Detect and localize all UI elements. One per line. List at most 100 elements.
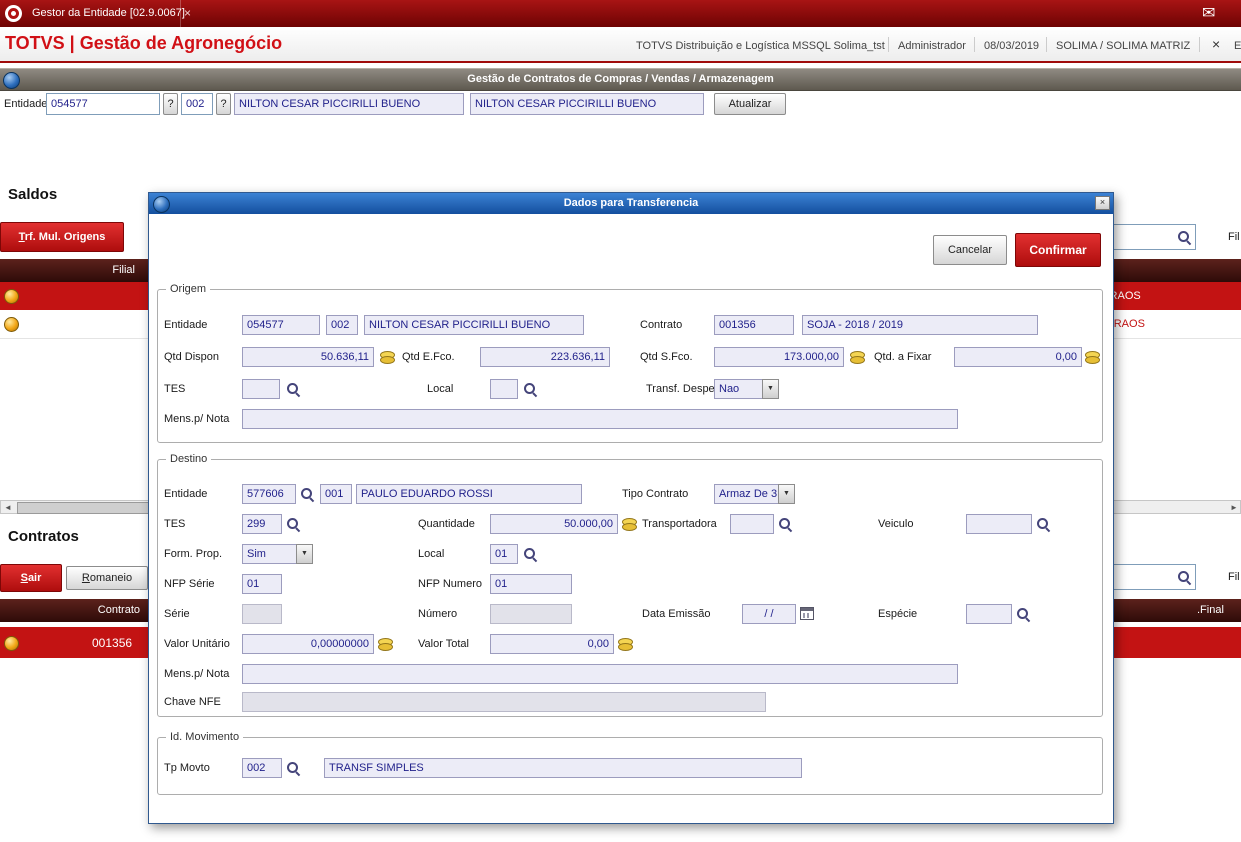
origem-contrato-label: Contrato [640,319,683,331]
especie-label: Espécie [878,608,918,620]
chevron-down-icon[interactable]: ▼ [296,544,313,564]
lookup-icon[interactable] [1036,517,1051,532]
dialog-titlebar[interactable]: Dados para Transferencia × [149,193,1113,214]
origem-mens-label: Mens.p/ Nota [164,413,230,425]
quantidade-field[interactable]: 50.000,00 [490,514,618,534]
divider [974,37,975,52]
transportadora-field[interactable] [730,514,774,534]
entity-name-confirm-field: NILTON CESAR PICCIRILLI BUENO [470,93,704,115]
valor-total-label: Valor Total [418,638,469,650]
update-button[interactable]: Atualizar [714,93,786,115]
origem-mens-field[interactable] [242,409,958,429]
entity-bar: Entidade 054577 ? 002 ? NILTON CESAR PIC… [0,92,1241,118]
numero-field [490,604,572,624]
qtd-efco-label: Qtd E.Fco. [402,351,455,363]
tipo-contrato-select[interactable]: Armaz De 3 [714,484,779,504]
dialog-icon [153,196,170,213]
saldos-filter-label: Fil [1228,231,1240,243]
tab-title: Gestor da Entidade [02.9.0067] [32,7,185,19]
qtd-sfco-field: 173.000,00 [714,347,844,367]
destino-mens-field[interactable] [242,664,958,684]
mail-icon[interactable]: ✉ [1202,3,1215,23]
contratos-filter-label: Fil [1228,571,1240,583]
lookup-icon[interactable] [286,761,301,776]
origem-local-field[interactable] [490,379,518,399]
col-final[interactable]: .Final [1197,604,1224,616]
header-cut-text[interactable]: E [1234,40,1241,52]
lookup-icon[interactable] [1016,607,1031,622]
coins-icon[interactable] [380,351,395,364]
confirm-button[interactable]: Confirmar [1015,233,1101,267]
destino-entidade-field[interactable]: 577606 [242,484,296,504]
coins-icon[interactable] [1085,351,1100,364]
quantidade-label: Quantidade [418,518,475,530]
form-prop-label: Form. Prop. [164,548,223,560]
trf-mul-origens-button[interactable]: Trf. Mul. Origens [0,222,124,252]
dialog-close-icon[interactable]: × [1095,196,1110,210]
coins-icon[interactable] [850,351,865,364]
chevron-down-icon[interactable]: ▼ [762,379,779,399]
dialog-title: Dados para Transferencia [563,197,699,209]
transfer-dialog: Dados para Transferencia × Cancelar Conf… [148,192,1114,824]
origem-entidade-field[interactable]: 054577 [242,315,320,335]
lookup-icon[interactable] [523,547,538,562]
veiculo-field[interactable] [966,514,1032,534]
entidade-label: Entidade [4,98,48,110]
movimento-group: Id. Movimento Tp Movto 002 TRANSF SIMPLE… [157,731,1103,795]
status-icon [4,636,19,651]
app-header: TOTVS | Gestão de Agronegócio TOTVS Dist… [0,27,1241,63]
entity-store-lookup-button[interactable]: ? [216,93,231,115]
nfp-serie-field[interactable]: 01 [242,574,282,594]
destino-loja-field[interactable]: 001 [320,484,352,504]
col-filial[interactable]: Filial [40,264,135,276]
calendar-icon[interactable] [800,607,814,620]
status-icon [4,317,19,332]
destino-local-field[interactable]: 01 [490,544,518,564]
qtd-dispon-label: Qtd Dispon [164,351,220,363]
qtd-dispon-field: 50.636,11 [242,347,374,367]
serie-field [242,604,282,624]
tp-movto-field[interactable]: 002 [242,758,282,778]
destino-group: Destino Entidade 577606 001 PAULO EDUARD… [157,453,1103,717]
qtd-sfco-label: Qtd S.Fco. [640,351,693,363]
scroll-left-icon[interactable]: ◄ [4,503,12,512]
col-contrato[interactable]: Contrato [40,604,140,616]
cancel-button[interactable]: Cancelar [933,235,1007,265]
origem-tes-field[interactable] [242,379,280,399]
entity-store-field[interactable]: 002 [181,93,213,115]
qtd-fixar-label: Qtd. a Fixar [874,351,932,363]
destino-tes-field[interactable]: 299 [242,514,282,534]
especie-field[interactable] [966,604,1012,624]
entity-code-field[interactable]: 054577 [46,93,160,115]
origem-contrato-field[interactable]: 001356 [714,315,794,335]
valor-unitario-label: Valor Unitário [164,638,230,650]
coins-icon[interactable] [618,638,633,651]
qtd-efco-field: 223.636,11 [480,347,610,367]
origem-legend: Origem [166,283,211,295]
lookup-icon[interactable] [286,517,301,532]
form-prop-select[interactable]: Sim [242,544,297,564]
valor-unitario-field[interactable]: 0,00000000 [242,634,374,654]
data-emissao-label: Data Emissão [642,608,711,620]
transf-despesa-select[interactable]: Nao [714,379,763,399]
window-tab[interactable]: Gestor da Entidade [02.9.0067] [24,0,185,27]
origem-loja-field[interactable]: 002 [326,315,358,335]
coins-icon[interactable] [622,518,637,531]
coins-icon[interactable] [378,638,393,651]
lookup-icon[interactable] [523,382,538,397]
lookup-icon[interactable] [778,517,793,532]
lookup-icon[interactable] [286,382,301,397]
data-emissao-field[interactable]: / / [742,604,796,624]
tipo-contrato-label: Tipo Contrato [622,488,689,500]
header-close-icon[interactable]: × [1212,36,1220,52]
contratos-heading: Contratos [8,528,79,545]
tab-close-icon[interactable]: × [184,6,191,20]
sair-button[interactable]: Sair [0,564,62,592]
chevron-down-icon[interactable]: ▼ [778,484,795,504]
lookup-icon[interactable] [300,487,315,502]
scroll-right-icon[interactable]: ► [1230,503,1238,512]
origem-entidade-label: Entidade [164,319,208,331]
nfp-numero-field[interactable]: 01 [490,574,572,594]
romaneio-button[interactable]: Romaneio [66,566,148,590]
entity-code-lookup-button[interactable]: ? [163,93,178,115]
